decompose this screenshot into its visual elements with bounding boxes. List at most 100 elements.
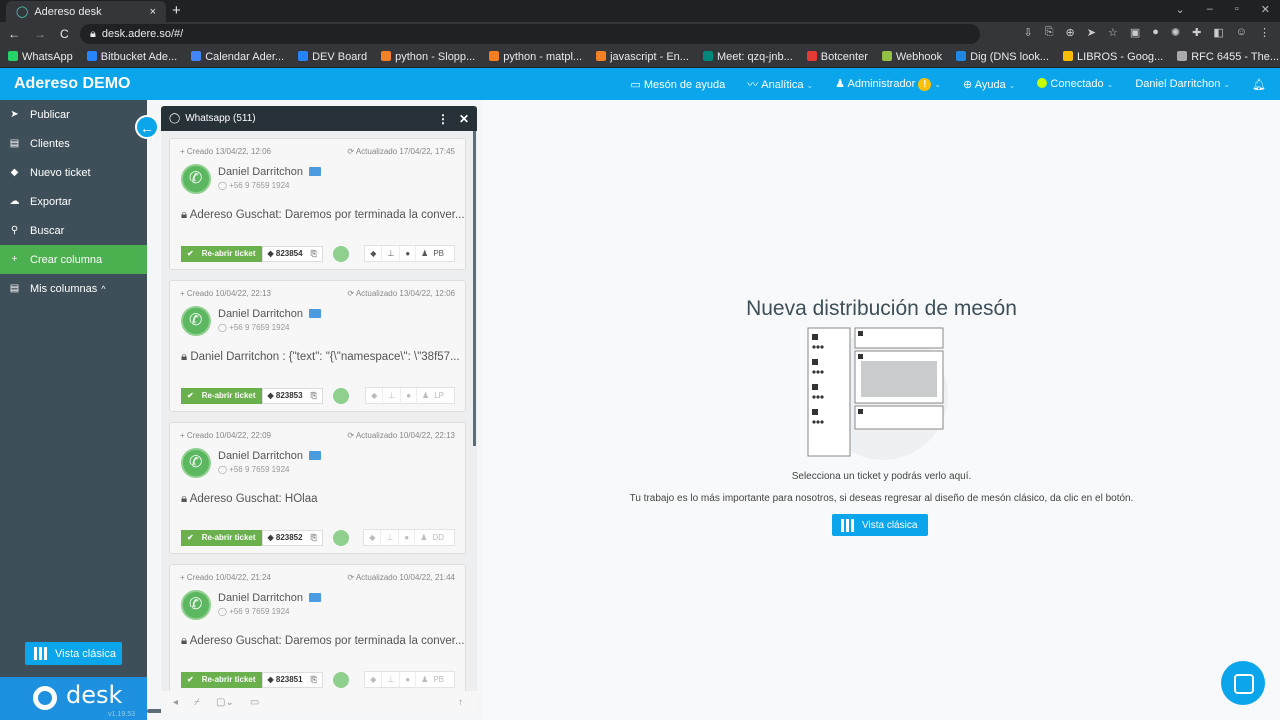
comment-icon[interactable]: ● xyxy=(399,530,416,545)
bookmark[interactable]: DEV Board xyxy=(298,50,367,63)
maximize-button[interactable]: ▫ xyxy=(1235,3,1239,16)
bookmark[interactable]: python - matpl... xyxy=(489,50,582,63)
bookmark[interactable]: Dig (DNS look... xyxy=(956,50,1049,63)
translate-icon[interactable]: ⎘ xyxy=(1045,26,1054,39)
tag-icon[interactable]: ◆ xyxy=(366,388,384,403)
ticket-id: ◈ 823854 ⎘ xyxy=(261,245,323,262)
sidebar-item-publicar[interactable]: ➤ Publicar xyxy=(0,100,147,129)
extension-icon[interactable]: ● xyxy=(1152,26,1159,39)
reopen-ticket-button[interactable]: ✔ Re-abrir ticket xyxy=(181,671,262,688)
menu-icon[interactable]: ⋮ xyxy=(1259,26,1270,39)
classic-view-button[interactable]: Vista clásica xyxy=(25,642,122,665)
tag-icon[interactable]: ◆ xyxy=(365,672,383,687)
vcard-icon[interactable] xyxy=(308,309,321,318)
bookmark[interactable]: python - Slopp... xyxy=(381,50,475,63)
sidebar-item-mis-columnas[interactable]: ▤ Mis columnas ^ xyxy=(0,274,147,303)
collapse-sidebar-button[interactable]: ← xyxy=(135,115,159,139)
classic-view-main-button[interactable]: Vista clásica xyxy=(832,514,928,536)
forward-icon[interactable]: → xyxy=(34,27,46,41)
copy-icon[interactable]: ⎘ xyxy=(311,533,317,543)
sidepanel-icon[interactable]: ◧ xyxy=(1213,26,1223,39)
bell-icon[interactable]: 🔔︎ xyxy=(1252,78,1266,91)
ticket-card[interactable]: + Creado 10/04/22, 22:13 ⟳ Actualizado 1… xyxy=(169,280,466,412)
tag-icon[interactable]: ◆ xyxy=(364,530,382,545)
whatsapp-avatar xyxy=(181,164,211,194)
nav-user[interactable]: Daniel Darritchon ⌄ xyxy=(1135,78,1230,90)
comment-icon[interactable]: ● xyxy=(400,672,417,687)
reopen-ticket-button[interactable]: ✔ Re-abrir ticket xyxy=(181,387,262,404)
nav-meson[interactable]: ▭ Mesón de ayuda xyxy=(630,78,725,91)
close-column-icon[interactable]: ✕ xyxy=(459,112,469,126)
ticket-card[interactable]: + Creado 10/04/22, 22:09 ⟳ Actualizado 1… xyxy=(169,422,466,554)
assigned-agent[interactable]: ♟ LP xyxy=(417,388,454,403)
ticket-card[interactable]: + Creado 10/04/22, 21:24 ⟳ Actualizado 1… xyxy=(169,564,466,696)
nav-analitica[interactable]: 〰 Analítica ⌄ xyxy=(747,76,813,92)
bookmark[interactable]: Calendar Ader... xyxy=(191,50,284,63)
reopen-ticket-button[interactable]: ✔ Re-abrir ticket xyxy=(181,245,262,262)
pin-icon[interactable]: ⊥ xyxy=(382,246,401,261)
comment-icon[interactable]: ● xyxy=(401,388,418,403)
bookmark[interactable]: Webhook xyxy=(881,50,942,63)
mute-icon[interactable]: ⌿ xyxy=(194,697,200,708)
nav-status[interactable]: Conectado ⌄ xyxy=(1037,78,1113,90)
minimize-button[interactable]: – xyxy=(1207,3,1213,16)
browser-tab[interactable]: ◯ Adereso desk × xyxy=(6,1,166,22)
column-scrollbar[interactable] xyxy=(473,131,476,446)
star-icon[interactable]: ☆ xyxy=(1108,26,1118,39)
close-window-button[interactable]: ✕ xyxy=(1261,3,1270,16)
bookmark[interactable]: Bitbucket Ade... xyxy=(86,50,177,63)
copy-icon[interactable]: ⎘ xyxy=(311,391,317,401)
assigned-agent[interactable]: ♟ DD xyxy=(415,530,454,545)
pin-icon[interactable]: ⊥ xyxy=(382,672,401,687)
sidebar-item-crear-columna[interactable]: + Crear columna xyxy=(0,245,147,274)
assigned-agent[interactable]: ♟ PB xyxy=(416,672,454,687)
vcard-icon[interactable] xyxy=(308,167,321,176)
scroll-top-icon[interactable]: ↑ xyxy=(458,697,463,708)
vcard-icon[interactable] xyxy=(308,593,321,602)
bookmark[interactable]: LIBROS - Goog... xyxy=(1063,50,1163,63)
ticket-card[interactable]: + Creado 13/04/22, 12:06 ⟳ Actualizado 1… xyxy=(169,138,466,270)
nav-administrador[interactable]: ♟ Administrador! ⌄ xyxy=(835,77,941,91)
back-icon[interactable]: ← xyxy=(8,27,20,41)
sidebar-item-exportar[interactable]: ☁ Exportar xyxy=(0,187,147,216)
reopen-ticket-button[interactable]: ✔ Re-abrir ticket xyxy=(181,529,262,546)
extension-icon[interactable]: ▣ xyxy=(1130,26,1140,39)
copy-icon[interactable]: ⎘ xyxy=(311,675,317,685)
send-icon[interactable]: ➤ xyxy=(1087,26,1096,39)
bookmark[interactable]: Meet: qzq-jnb... xyxy=(702,50,793,63)
bookmark[interactable]: WhatsApp xyxy=(8,50,73,63)
sidebar-item-nuevo-ticket[interactable]: ◆ Nuevo ticket xyxy=(0,158,147,187)
calendar-icon[interactable]: ▢⌄ xyxy=(216,697,234,708)
chat-widget-button[interactable] xyxy=(1221,661,1265,705)
extension-icon[interactable]: ✺ xyxy=(1171,26,1180,39)
monitor-icon[interactable]: ▭ xyxy=(250,697,259,708)
new-tab-button[interactable]: + xyxy=(172,2,181,19)
sidebar-item-clientes[interactable]: ▤ Clientes xyxy=(0,129,147,158)
bookmark[interactable]: RFC 6455 - The... xyxy=(1177,50,1279,63)
bookmark[interactable]: Botcenter xyxy=(806,50,868,63)
contact-name[interactable]: Daniel Darritchon xyxy=(218,166,303,178)
copy-icon[interactable]: ⎘ xyxy=(311,249,317,259)
nav-ayuda[interactable]: ⊕ Ayuda ⌄ xyxy=(963,78,1015,91)
sidebar-item-buscar[interactable]: ⚲ Buscar xyxy=(0,216,147,245)
contact-name[interactable]: Daniel Darritchon xyxy=(218,592,303,604)
zoom-icon[interactable]: ⊕ xyxy=(1066,26,1075,39)
reload-icon[interactable]: C xyxy=(60,27,69,41)
comment-icon[interactable]: ● xyxy=(400,246,417,261)
more-options-icon[interactable]: ⋮ xyxy=(437,112,449,126)
tag-icon[interactable]: ◆ xyxy=(365,246,383,261)
bookmark[interactable]: javascript - En... xyxy=(596,50,689,63)
contact-name[interactable]: Daniel Darritchon xyxy=(218,308,303,320)
pin-icon[interactable]: ⊥ xyxy=(383,388,402,403)
install-icon[interactable]: ⇩ xyxy=(1024,26,1033,39)
prev-icon[interactable]: ◂ xyxy=(173,697,178,708)
puzzle-icon[interactable]: ✚ xyxy=(1192,26,1201,39)
pin-icon[interactable]: ⊥ xyxy=(381,530,400,545)
vcard-icon[interactable] xyxy=(308,451,321,460)
assigned-agent[interactable]: ♟ PB xyxy=(416,246,454,261)
tab-search-icon[interactable]: ⌄ xyxy=(1176,3,1185,16)
contact-name[interactable]: Daniel Darritchon xyxy=(218,450,303,462)
url-input[interactable]: 🔒︎ desk.adere.so/#/ xyxy=(80,24,980,44)
profile-avatar[interactable]: ☺ xyxy=(1236,26,1247,39)
close-tab-icon[interactable]: × xyxy=(150,6,156,18)
